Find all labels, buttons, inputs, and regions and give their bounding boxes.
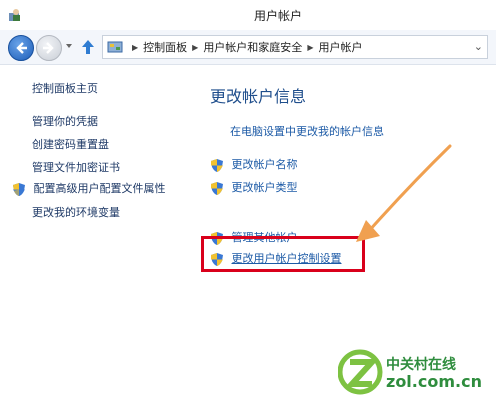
sidebar-item-advanced-profile[interactable]: 配置高级用户配置文件属性 — [12, 180, 166, 197]
window-title: 用户帐户 — [253, 9, 302, 23]
sidebar: 控制面板主页 管理你的凭据 创建密码重置盘 管理文件加密证书 配置高级用户配置文… — [0, 65, 195, 405]
link-label: 更改帐户名称 — [231, 158, 298, 171]
breadcrumb-separator: ▶ — [132, 42, 139, 52]
sidebar-item-environment-vars[interactable]: 更改我的环境变量 — [32, 204, 120, 220]
up-arrow-icon[interactable] — [80, 38, 96, 56]
back-button[interactable] — [8, 35, 34, 61]
watermark-en: zol.com.cn — [386, 372, 482, 391]
change-account-name-link[interactable]: 更改帐户名称 — [210, 156, 298, 173]
address-bar[interactable]: ▶ 控制面板 ▶ 用户帐户和家庭安全 ▶ 用户帐户 ⌄ — [102, 35, 488, 59]
sidebar-home-link[interactable]: 控制面板主页 — [32, 80, 98, 96]
breadcrumb-separator: ▶ — [192, 42, 199, 52]
uac-shield-icon — [211, 181, 223, 195]
change-account-type-link[interactable]: 更改帐户类型 — [210, 179, 298, 196]
control-panel-icon — [107, 41, 123, 53]
sidebar-item-manage-credentials[interactable]: 管理你的凭据 — [32, 113, 98, 129]
back-arrow-icon — [16, 42, 27, 54]
forward-arrow-icon — [43, 42, 54, 54]
sidebar-item-encryption-certs[interactable]: 管理文件加密证书 — [32, 159, 120, 175]
breadcrumb-control-panel[interactable]: 控制面板 — [143, 39, 187, 55]
navigation-bar: ▶ 控制面板 ▶ 用户帐户和家庭安全 ▶ 用户帐户 ⌄ — [0, 30, 496, 65]
breadcrumb-separator: ▶ — [307, 42, 314, 52]
forward-button[interactable] — [36, 35, 62, 61]
recent-pages-dropdown[interactable] — [66, 44, 72, 48]
breadcrumb-user-accounts-family[interactable]: 用户帐户和家庭安全 — [203, 39, 302, 55]
sidebar-item-label: 配置高级用户配置文件属性 — [33, 182, 166, 195]
link-label: 更改帐户类型 — [231, 181, 298, 194]
section-title: 更改帐户信息 — [210, 87, 307, 106]
address-dropdown-icon[interactable]: ⌄ — [474, 40, 483, 53]
pc-settings-link[interactable]: 在电脑设置中更改我的帐户信息 — [230, 123, 384, 139]
sidebar-item-create-reset-disk[interactable]: 创建密码重置盘 — [32, 136, 109, 152]
breadcrumb-user-accounts[interactable]: 用户帐户 — [318, 39, 362, 55]
uac-shield-icon — [13, 182, 25, 196]
title-bar: 用户帐户 — [0, 0, 496, 30]
watermark-cn: 中关村在线 — [386, 357, 456, 373]
annotation-arrow-icon — [356, 144, 452, 242]
uac-shield-icon — [211, 158, 223, 172]
